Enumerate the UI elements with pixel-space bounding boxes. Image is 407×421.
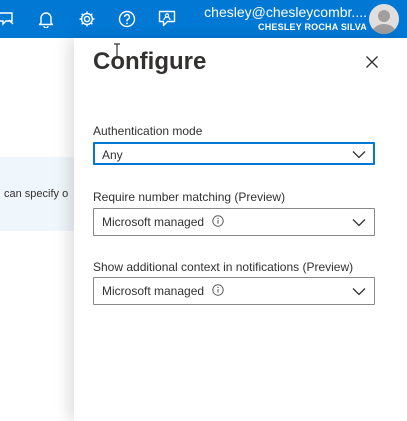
help-icon[interactable]: [116, 8, 138, 30]
chevron-down-icon: [352, 288, 366, 296]
additional-context-label: Show additional context in notifications…: [93, 260, 354, 274]
panel-title: Configure: [93, 48, 207, 75]
chevron-down-icon: [352, 219, 366, 227]
chevron-down-icon: [352, 151, 366, 159]
authentication-mode-label: Authentication mode: [93, 124, 203, 138]
directory-icon[interactable]: [0, 8, 18, 30]
bell-icon[interactable]: [35, 8, 57, 30]
number-matching-dropdown[interactable]: Microsoft managed: [93, 208, 375, 236]
text-cursor-icon: [114, 43, 120, 59]
additional-context-value: Microsoft managed: [102, 284, 205, 298]
avatar[interactable]: [369, 4, 399, 34]
account-name: CHESLEY ROCHA SILVA: [258, 22, 367, 32]
authentication-mode-dropdown[interactable]: Any: [93, 142, 375, 165]
person-icon: [372, 10, 396, 34]
account-info[interactable]: chesley@chesleycombr.... CHESLEY ROCHA S…: [204, 3, 367, 33]
close-icon[interactable]: [365, 55, 379, 69]
additional-context-dropdown[interactable]: Microsoft managed: [93, 277, 375, 305]
info-icon[interactable]: [212, 215, 224, 227]
feedback-icon[interactable]: [156, 8, 178, 30]
background-text: can specify o: [4, 188, 69, 200]
number-matching-label: Require number matching (Preview): [93, 190, 286, 204]
additional-context-value-wrap: Microsoft managed: [102, 284, 224, 298]
number-matching-value-wrap: Microsoft managed: [102, 215, 224, 229]
account-email: chesley@chesleycombr....: [204, 4, 367, 20]
top-bar: chesley@chesleycombr.... CHESLEY ROCHA S…: [0, 0, 407, 38]
authentication-mode-value: Any: [102, 148, 123, 162]
number-matching-value: Microsoft managed: [102, 215, 205, 229]
gear-icon[interactable]: [76, 8, 98, 30]
configure-panel: Configure Authentication mode Any Requir…: [74, 38, 407, 421]
info-icon[interactable]: [212, 284, 224, 296]
